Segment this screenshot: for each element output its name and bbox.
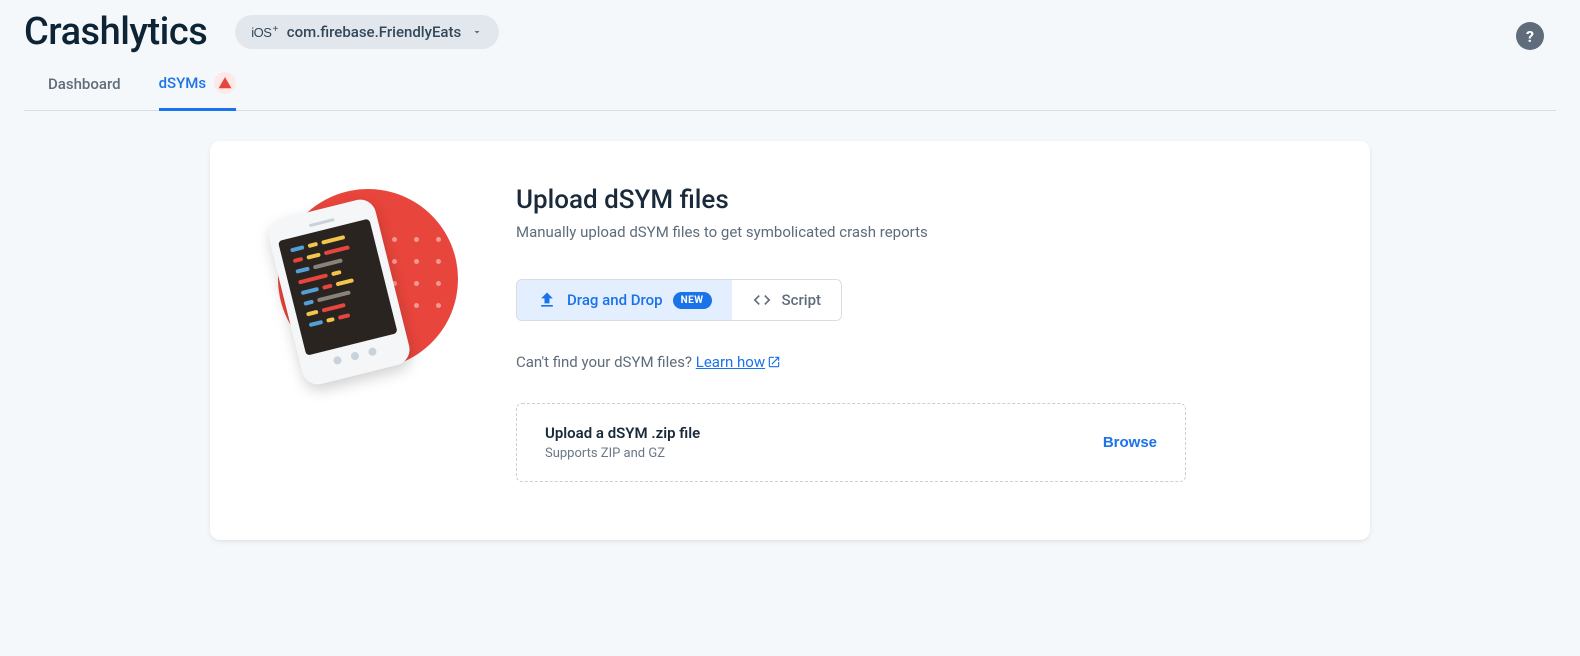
- new-badge: NEW: [673, 292, 712, 309]
- product-title: Crashlytics: [24, 10, 207, 54]
- external-link-icon: [767, 355, 781, 369]
- browse-button[interactable]: Browse: [1103, 434, 1157, 451]
- chevron-down-icon: [471, 26, 483, 38]
- tabs: Dashboard dSYMs: [24, 54, 1556, 111]
- upload-title: Upload dSYM files: [516, 185, 1312, 215]
- segment-label: Script: [782, 291, 821, 309]
- code-icon: [752, 290, 772, 310]
- upload-card: Upload dSYM files Manually upload dSYM f…: [210, 141, 1370, 540]
- segment-script[interactable]: Script: [732, 280, 841, 320]
- dropzone-title: Upload a dSYM .zip file: [545, 424, 700, 442]
- upload-icon: [537, 290, 557, 310]
- learn-how-hint: Can't find your dSYM files? Learn how: [516, 353, 1312, 371]
- warning-icon: [214, 72, 236, 94]
- segment-drag-drop[interactable]: Drag and Drop NEW: [517, 280, 732, 320]
- upload-subtitle: Manually upload dSYM files to get symbol…: [516, 223, 1312, 241]
- dropzone[interactable]: Upload a dSYM .zip file Supports ZIP and…: [516, 403, 1186, 482]
- tab-dashboard[interactable]: Dashboard: [48, 75, 121, 107]
- help-button[interactable]: ?: [1516, 22, 1544, 50]
- illustration: [268, 185, 468, 482]
- upload-method-toggle: Drag and Drop NEW Script: [516, 279, 842, 321]
- platform-ios-icon: iOS+: [251, 25, 277, 40]
- tab-label: Dashboard: [48, 75, 121, 93]
- tab-label: dSYMs: [159, 74, 207, 92]
- hint-text: Can't find your dSYM files?: [516, 353, 696, 371]
- app-id-label: com.firebase.FriendlyEats: [287, 23, 461, 41]
- dropzone-subtitle: Supports ZIP and GZ: [545, 446, 700, 461]
- tab-dsyms[interactable]: dSYMs: [159, 72, 237, 111]
- app-picker[interactable]: iOS+ com.firebase.FriendlyEats: [235, 15, 499, 49]
- segment-label: Drag and Drop: [567, 291, 663, 309]
- learn-how-link[interactable]: Learn how: [696, 353, 781, 371]
